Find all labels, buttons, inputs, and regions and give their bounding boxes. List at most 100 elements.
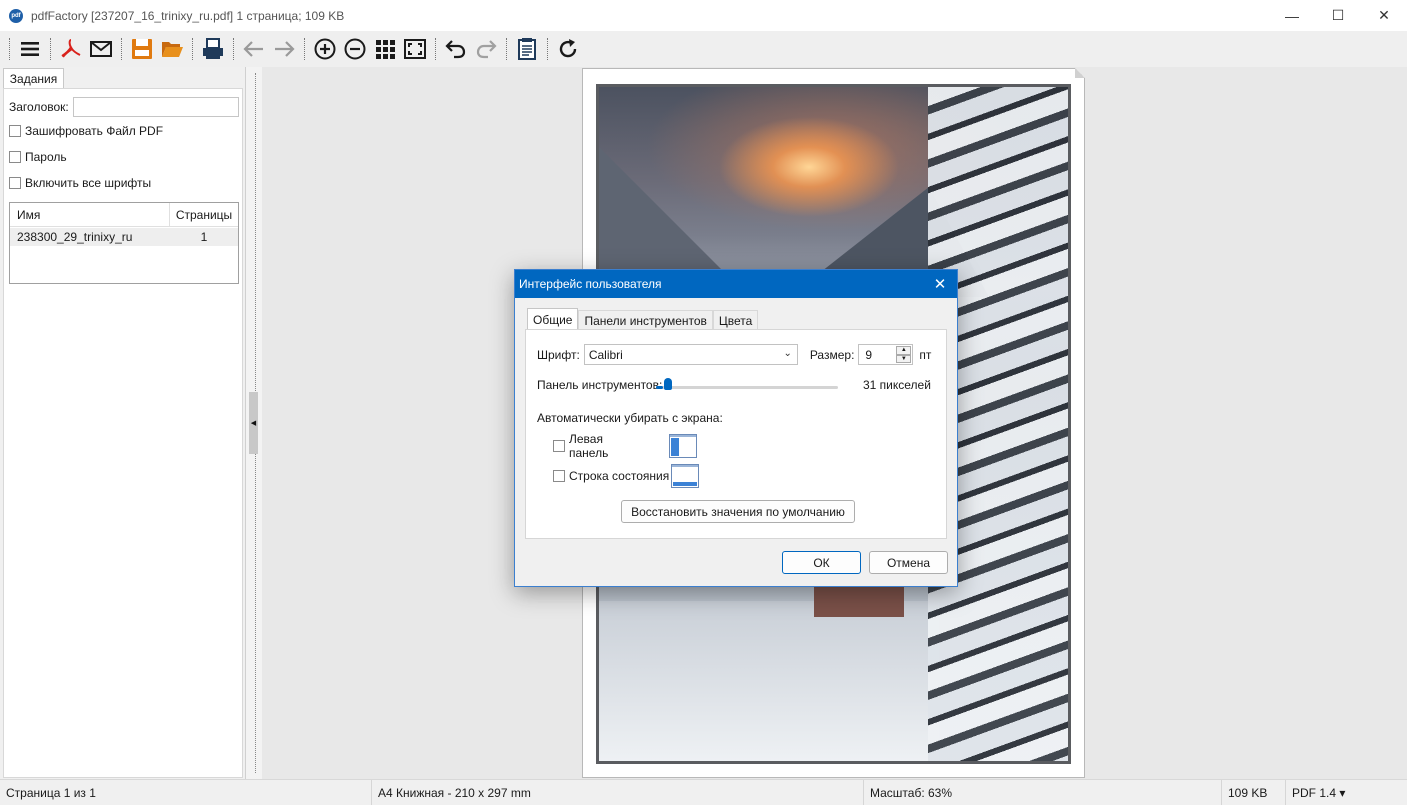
toolbar-separator [435,38,436,60]
close-window-button[interactable]: ✕ [1361,0,1407,31]
user-interface-dialog: Интерфейс пользователя ✕ Общие Панели ин… [514,269,958,587]
save-button[interactable] [127,34,157,64]
ok-button[interactable]: ОК [782,551,861,574]
font-size-stepper[interactable]: 9 ▲ ▼ [858,344,914,365]
general-tab-panel: Шрифт: Calibri ⌄ Размер: 9 ▲ ▼ пт Панель… [525,329,947,539]
redo-icon [476,40,497,59]
forward-button[interactable] [269,34,299,64]
status-bar: Страница 1 из 1 A4 Книжная - 210 x 297 m… [0,779,1407,805]
toolbar-size-value: 31 пикселей [863,378,931,392]
embed-fonts-option[interactable]: Включить все шрифты [9,176,151,190]
properties-icon [518,38,536,60]
pdf-icon [61,39,81,58]
font-value: Calibri [588,347,623,362]
cancel-button[interactable]: Отмена [869,551,948,574]
window-title: pdfFactory [237207_16_trinixy_ru.pdf] 1 … [31,8,345,23]
toolbar-separator [304,38,305,60]
font-label: Шрифт: [537,347,580,362]
back-button[interactable] [239,34,269,64]
pdf-button[interactable] [56,34,86,64]
spin-up-icon[interactable]: ▲ [896,346,912,355]
photo-house [814,587,904,617]
dialog-title-bar: Интерфейс пользователя ✕ [515,270,957,298]
tab-general[interactable]: Общие [527,308,579,331]
minimize-button[interactable]: — [1269,0,1315,31]
files-list[interactable]: Имя Страницы 238300_29_trinixy_ru 1 [9,202,239,284]
zoom-in-icon [314,38,336,60]
pdf-version-dropdown[interactable]: PDF 1.4 ▾ [1286,780,1356,805]
left-panel: Задания Заголовок: Зашифровать Файл PDF … [0,67,246,779]
status-file-size: 109 KB [1222,780,1286,805]
title-input[interactable] [73,97,239,117]
fit-page-button[interactable] [400,34,430,64]
toolbar-separator [192,38,193,60]
toolbar-separator [506,38,507,60]
password-option[interactable]: Пароль [9,150,67,164]
refresh-button[interactable] [553,34,583,64]
open-folder-icon [162,42,183,57]
open-button[interactable] [157,34,187,64]
properties-button[interactable] [512,34,542,64]
zoom-out-button[interactable] [340,34,370,64]
embed-fonts-checkbox[interactable] [9,177,21,189]
toolbar-separator [9,38,10,60]
file-row[interactable]: 238300_29_trinixy_ru 1 [10,228,238,246]
password-checkbox[interactable] [9,151,21,163]
back-arrow-icon [243,41,263,57]
collapse-arrow-icon: ◀ [250,420,257,427]
zoom-in-button[interactable] [310,34,340,64]
hide-status-bar-checkbox[interactable] [553,470,565,482]
email-button[interactable] [86,34,116,64]
undo-button[interactable] [441,34,471,64]
menu-icon [21,42,39,56]
page-corner-fold [1075,68,1085,78]
hide-left-panel-label: Левая панель [569,432,609,460]
collapse-panel-handle[interactable]: ◀ [249,392,258,454]
chevron-down-icon: ⌄ [783,348,792,359]
menu-button[interactable] [15,34,45,64]
jobs-panel: Заголовок: Зашифровать Файл PDF Пароль В… [3,88,243,778]
email-icon [90,41,112,57]
slider-thumb[interactable] [664,378,672,390]
dialog-tabs: Общие Панели инструментов Цвета [527,308,759,331]
print-button[interactable] [198,34,228,64]
files-list-header: Имя Страницы [10,203,238,227]
spin-down-icon[interactable]: ▼ [896,354,912,363]
column-header-pages[interactable]: Страницы [170,203,238,226]
title-field-label: Заголовок: [9,100,69,114]
file-pages: 1 [200,230,208,244]
app-logo-icon: pdf [9,8,23,23]
redo-button[interactable] [471,34,501,64]
auto-hide-label: Автоматически убирать с экрана: [537,411,723,425]
toolbar-separator [50,38,51,60]
toolbar [0,31,1407,67]
photo-snowfield [599,601,939,761]
hide-left-panel-option[interactable]: Левая панель [553,432,697,460]
encrypt-checkbox[interactable] [9,125,21,137]
toolbar-separator [233,38,234,60]
column-header-name[interactable]: Имя [10,203,170,226]
tab-toolbars[interactable]: Панели инструментов [578,310,713,331]
panel-splitter[interactable]: ◀ [246,67,262,779]
thumbnails-button[interactable] [370,34,400,64]
size-label: Размер: [809,347,855,362]
slider-fill [656,386,664,389]
fit-page-icon [404,39,426,59]
maximize-button[interactable]: ☐ [1315,0,1361,31]
embed-fonts-label: Включить все шрифты [25,176,152,190]
font-select[interactable]: Calibri ⌄ [583,344,798,365]
hide-status-bar-option[interactable]: Строка состояния [553,464,699,488]
toolbar-separator [121,38,122,60]
thumbnails-icon [376,40,395,59]
undo-icon [445,40,466,59]
restore-defaults-button[interactable]: Восстановить значения по умолчанию [621,500,855,523]
hide-left-panel-checkbox[interactable] [553,440,565,452]
file-name: 238300_29_trinixy_ru [17,230,133,244]
toolbar-size-slider[interactable] [656,386,838,389]
encrypt-option[interactable]: Зашифровать Файл PDF [9,124,163,138]
status-page-info: Страница 1 из 1 [0,780,372,805]
size-unit: пт [919,347,932,362]
dialog-close-button[interactable]: ✕ [923,270,957,298]
tab-jobs[interactable]: Задания [3,68,64,88]
tab-colors[interactable]: Цвета [712,310,759,331]
